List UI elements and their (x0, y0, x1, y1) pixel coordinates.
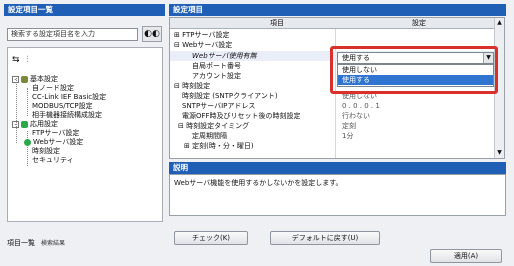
column-header-setting: 設定 (412, 19, 426, 27)
grid-header: 項目 設定 (170, 18, 504, 29)
left-pane-title: 設定項目一覧 (4, 4, 165, 16)
description-text: Webサーバ機能を使用するかしないかを設定します。 (169, 174, 506, 216)
tab-item-list[interactable]: 項目一覧 (7, 239, 35, 247)
grid-row[interactable]: 定周期間隔 1分 (170, 131, 496, 141)
tree-item-security[interactable]: セキュリティ (32, 155, 74, 165)
active-dot-icon (24, 138, 31, 146)
settings-tree: ⇆ ⫶ - 基本設定 自ノード設定 CC-Link IEF Basic設定 MOD… (7, 47, 163, 222)
folder-icon (21, 75, 28, 83)
restore-default-button[interactable]: デフォルトに戻す(U) (270, 231, 380, 245)
list-tabs: 項目一覧 検索結果 (7, 238, 65, 248)
folder-icon (21, 120, 28, 128)
scroll-down-icon[interactable]: ▼ (496, 149, 503, 157)
grid-row[interactable]: ⊞ FTPサーバ設定 (170, 30, 496, 40)
column-header-item: 項目 (270, 19, 284, 27)
search-input[interactable]: 検索する設定項目名を入力 (7, 28, 138, 41)
collapse-icon[interactable]: - (12, 75, 19, 83)
right-pane-title: 設定項目 (169, 4, 506, 16)
apply-button[interactable]: 適用(A) (430, 249, 502, 263)
scroll-up-icon[interactable]: ▲ (496, 19, 503, 27)
grid-row[interactable]: ⊟ 時刻設定タイミング 定刻 (170, 121, 496, 131)
grid-row[interactable]: SNTPサーバIPアドレス 0 . 0 . 0 . 1 (170, 101, 496, 111)
check-button[interactable]: チェック(K) (174, 231, 248, 245)
binoculars-icon[interactable]: ◐◐ (142, 26, 162, 42)
tree-toolbar: ⇆ ⫶ (12, 55, 31, 65)
grid-row[interactable]: ⊞ 定刻(時・分・曜日) (170, 141, 496, 151)
tab-search-result[interactable]: 検索結果 (41, 240, 65, 247)
description-title: 説明 (169, 162, 506, 174)
collapse-icon[interactable]: - (12, 120, 19, 128)
grid-row[interactable]: 電源OFF時及びリセット後の時刻設定 行わない (170, 111, 496, 121)
expand-collapse-icon[interactable]: ⇆ ⫶ (12, 55, 31, 65)
highlight-frame (330, 46, 498, 94)
